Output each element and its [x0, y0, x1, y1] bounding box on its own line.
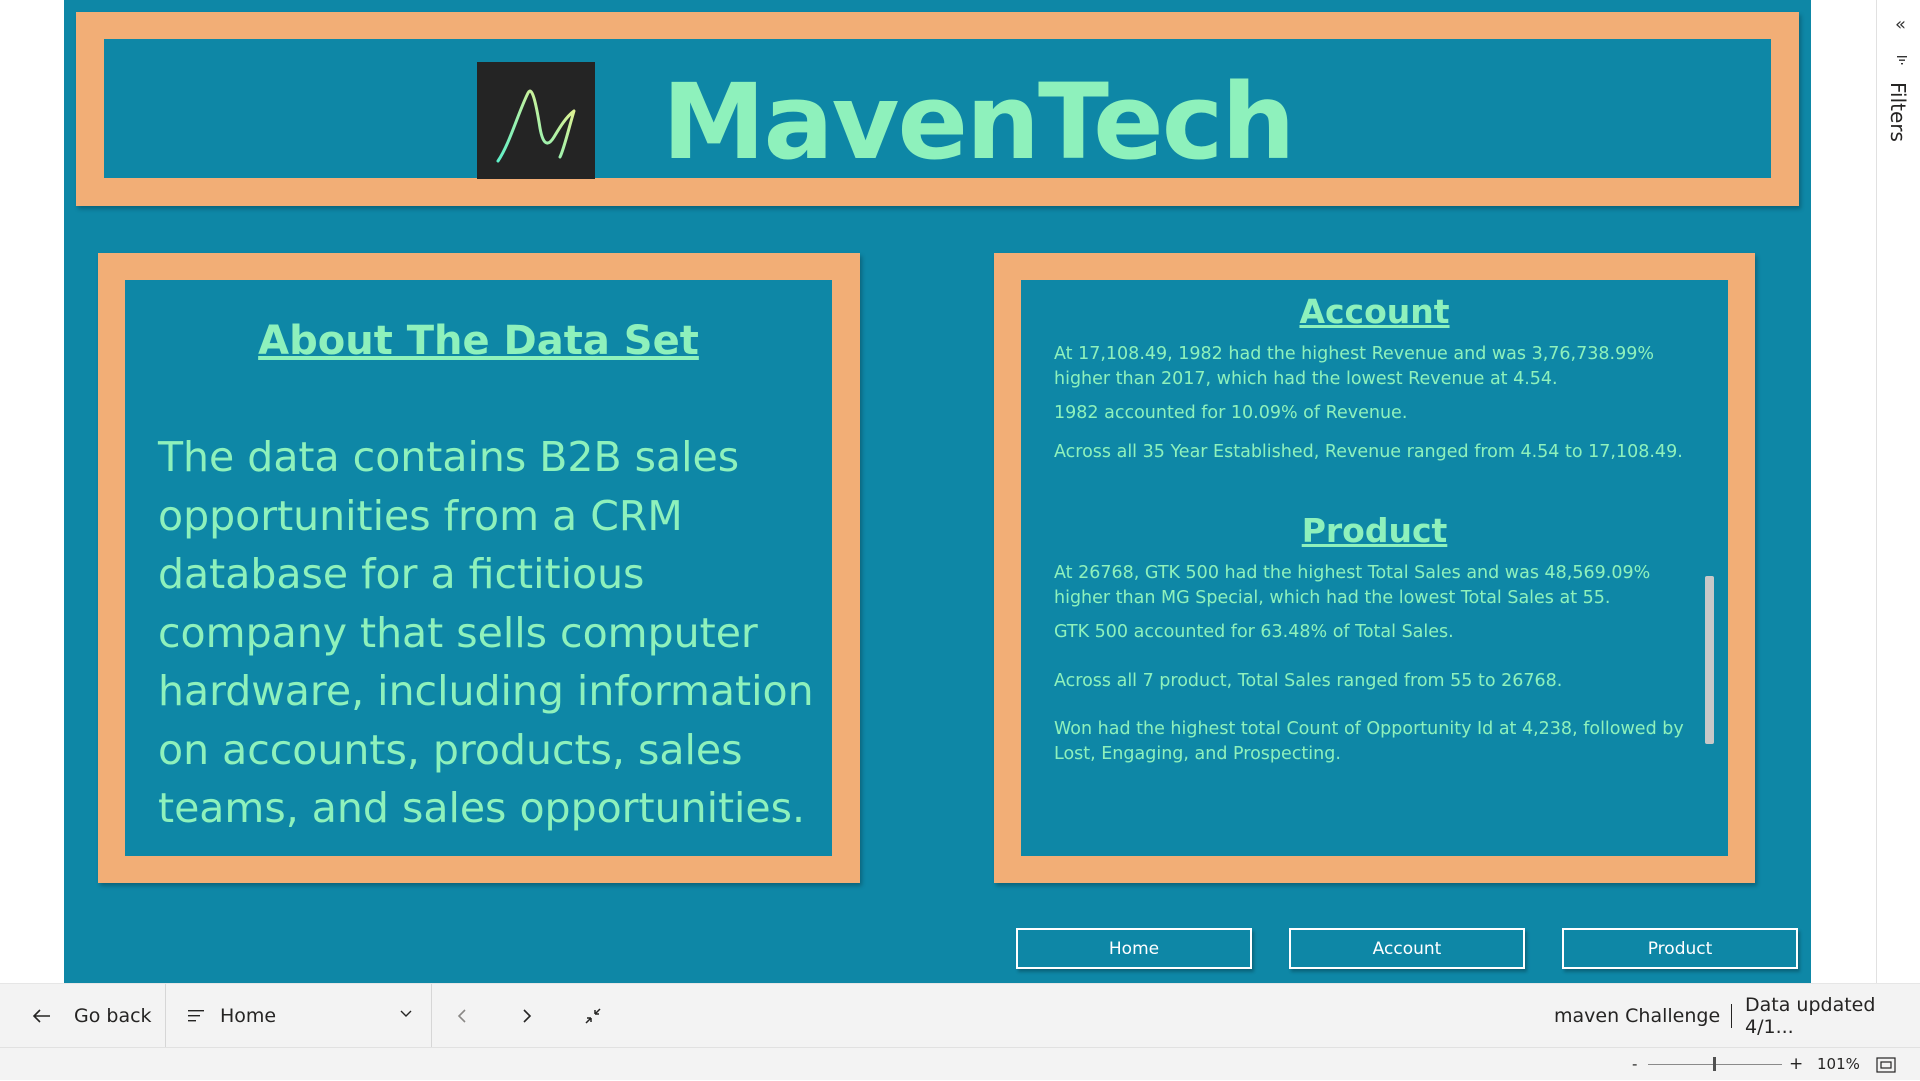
- exit-full-screen-button[interactable]: [584, 984, 602, 1048]
- filter-icon[interactable]: [1897, 54, 1907, 66]
- divider: [165, 984, 166, 1048]
- next-page-button[interactable]: [521, 984, 533, 1048]
- page-selector[interactable]: Home: [188, 984, 412, 1048]
- chevron-right-icon: [523, 1009, 532, 1023]
- previous-page-button[interactable]: [456, 984, 468, 1048]
- chevron-down-icon: [400, 1010, 412, 1017]
- account-insight-2: 1982 accounted for 10.09% of Revenue.: [1054, 403, 1408, 423]
- account-insight-3: Across all 35 Year Established, Revenue …: [1054, 442, 1683, 462]
- chevron-left-icon: [457, 1009, 466, 1023]
- about-panel: About The Data Set The data contains B2B…: [98, 253, 860, 883]
- product-nav-button[interactable]: Product: [1562, 928, 1798, 969]
- divider: [431, 984, 432, 1048]
- bottom-nav-bar: Go back Home maven Challenge Data update…: [0, 983, 1920, 1048]
- fit-to-page-icon[interactable]: [1876, 1057, 1896, 1073]
- product-insight-4: Won had the highest total Count of Oppor…: [1054, 719, 1684, 764]
- brand-title: MavenTech: [662, 61, 1295, 183]
- zoom-out-button[interactable]: -: [1632, 1048, 1637, 1081]
- report-canvas: MavenTech About The Data Set The data co…: [64, 0, 1811, 983]
- expand-filters-icon[interactable]: «: [1895, 14, 1906, 35]
- header-banner: MavenTech: [76, 12, 1799, 206]
- data-updated-text: Data updated 4/1...: [1745, 994, 1876, 1038]
- about-description: The data contains B2B sales opportunitie…: [158, 433, 814, 832]
- page-list-icon: [188, 1010, 204, 1022]
- zoom-in-button[interactable]: +: [1789, 1048, 1803, 1081]
- zoom-level: 101%: [1817, 1055, 1860, 1073]
- smart-narrative-inner[interactable]: Account At 17,108.49, 1982 had the highe…: [1021, 280, 1728, 856]
- product-heading: Product: [1301, 511, 1448, 550]
- about-inner: About The Data Set The data contains B2B…: [125, 280, 832, 856]
- collapse-arrows-icon: [585, 1008, 601, 1024]
- page-selector-value: Home: [220, 1005, 277, 1027]
- home-nav-button[interactable]: Home: [1016, 928, 1252, 969]
- divider: [1731, 1004, 1732, 1028]
- account-heading: Account: [1299, 292, 1450, 331]
- back-arrow-icon: [32, 1009, 50, 1023]
- product-insight-2: GTK 500 accounted for 63.48% of Total Sa…: [1054, 622, 1454, 642]
- narrative-scrollbar[interactable]: [1705, 576, 1714, 744]
- zoom-slider-thumb[interactable]: [1713, 1057, 1716, 1071]
- maven-wave-logo-icon: [477, 62, 595, 179]
- smart-narrative-panel: Account At 17,108.49, 1982 had the highe…: [994, 253, 1755, 883]
- go-back-button[interactable]: Go back: [32, 984, 152, 1048]
- workspace-name: maven Challenge: [1554, 1005, 1721, 1027]
- go-back-label: Go back: [74, 1005, 152, 1027]
- filters-pane: « Filters: [1876, 0, 1920, 983]
- account-insight-1: At 17,108.49, 1982 had the highest Reven…: [1054, 344, 1654, 389]
- filters-label[interactable]: Filters: [1886, 82, 1910, 142]
- account-nav-button[interactable]: Account: [1289, 928, 1525, 969]
- product-insight-1: At 26768, GTK 500 had the highest Total …: [1054, 563, 1651, 608]
- product-insight-3: Across all 7 product, Total Sales ranged…: [1054, 671, 1563, 691]
- about-title: About The Data Set: [258, 318, 699, 364]
- zoom-bar: - + 101%: [0, 1047, 1920, 1080]
